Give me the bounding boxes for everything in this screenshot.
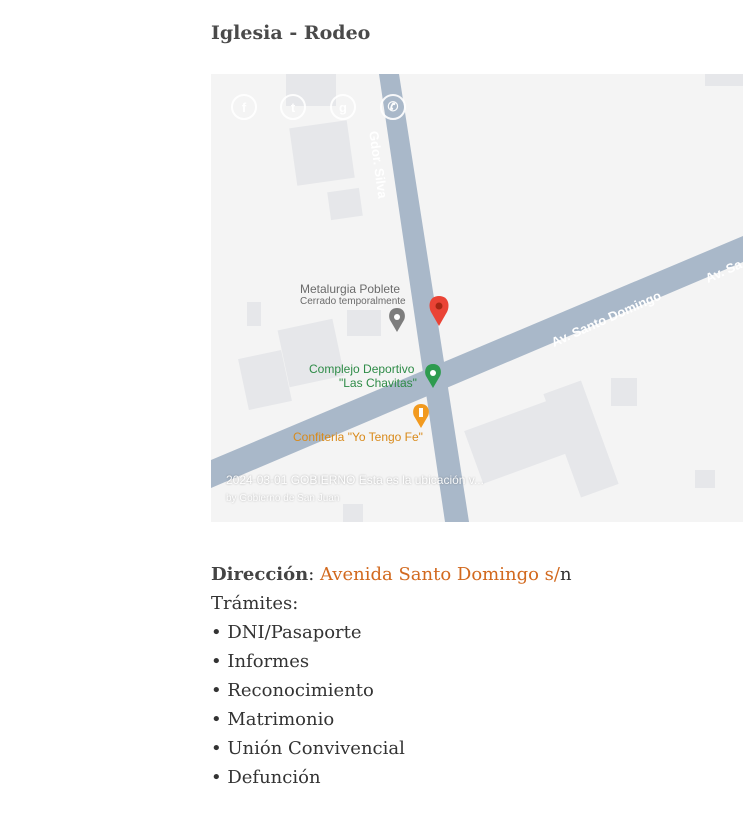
tramite-item: • Informes: [211, 651, 310, 672]
office-info: Dirección: Avenida Santo Domingo s/n Trá…: [211, 560, 572, 792]
map-building: [611, 378, 637, 406]
map-overlay-author: by Gobierno de San Juan: [226, 493, 340, 504]
map-building: [705, 74, 743, 86]
facebook-icon[interactable]: f: [231, 94, 257, 120]
poi-pin-gray-icon: [389, 308, 405, 332]
tramite-item: • DNI/Pasaporte: [211, 622, 362, 643]
tramite-item: • Reconocimiento: [211, 680, 374, 701]
map-building: [347, 310, 381, 336]
tramite-item: • Unión Convivencial: [211, 738, 405, 759]
address-separator: :: [308, 564, 321, 585]
whatsapp-icon[interactable]: ✆: [380, 94, 406, 120]
map-overlay-title[interactable]: 2024-03-01 GOBIERNO Esta es la ubicación…: [226, 473, 484, 487]
poi-pin-orange-icon: [413, 404, 429, 428]
map-building: [289, 120, 355, 186]
tramite-item: • Matrimonio: [211, 709, 335, 730]
address-row: Dirección: Avenida Santo Domingo s/n: [211, 560, 572, 589]
page-title: Iglesia - Rodeo: [211, 22, 371, 44]
poi-label-metalurgia[interactable]: Metalurgia Poblete: [300, 282, 400, 296]
map-building: [247, 302, 261, 326]
twitter-icon[interactable]: t: [280, 94, 306, 120]
poi-label-confiteria[interactable]: Confiteria "Yo Tengo Fe": [293, 430, 423, 444]
map-building: [343, 504, 363, 522]
poi-label-complejo[interactable]: Complejo Deportivo: [309, 362, 414, 376]
poi-label-status: Cerrado temporalmente: [300, 296, 406, 307]
tramite-item: • Defunción: [211, 767, 321, 788]
address-link[interactable]: Avenida Santo Domingo s/: [320, 564, 560, 585]
map-building: [695, 470, 715, 488]
google-icon[interactable]: g: [330, 94, 356, 120]
map-building: [277, 318, 345, 388]
tramites-label: Trámites:: [211, 593, 299, 614]
address-rest: n: [559, 564, 572, 585]
address-label: Dirección: [211, 564, 309, 585]
poi-label-chavitas[interactable]: "Las Chavitas": [339, 376, 417, 390]
embedded-map[interactable]: f t g ✆ Metalurgia Poblete Cerrado tempo…: [211, 74, 743, 522]
map-building: [327, 187, 363, 221]
map-canvas[interactable]: [211, 74, 743, 522]
